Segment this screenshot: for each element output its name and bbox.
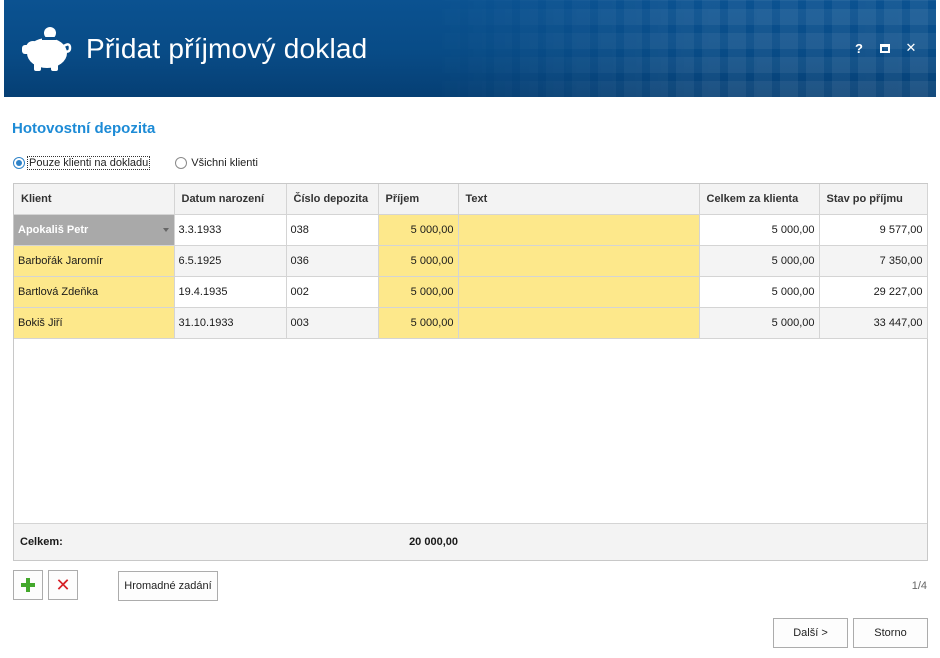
income-cell[interactable]: 5 000,00 — [378, 245, 459, 277]
table-footer: Celkem: 20 000,00 — [14, 523, 927, 560]
deposits-table: Klient Datum narození Číslo depozita Pří… — [14, 184, 928, 339]
window-controls: ? ✕ — [852, 40, 918, 56]
balance-after-cell: 29 227,00 — [819, 276, 928, 308]
client-cell[interactable]: Bokiš Jiří — [14, 307, 175, 339]
column-header-text[interactable]: Text — [458, 184, 700, 215]
dropdown-arrow-icon[interactable] — [162, 227, 169, 232]
deposit-number-cell: 038 — [286, 214, 379, 246]
text-cell[interactable] — [458, 214, 700, 246]
text-cell[interactable] — [458, 307, 700, 339]
client-total-cell: 5 000,00 — [699, 214, 820, 246]
client-name: Apokališ Petr — [18, 223, 89, 236]
income-cell[interactable]: 5 000,00 — [378, 214, 459, 246]
maximize-button[interactable] — [878, 40, 892, 56]
income-cell[interactable]: 5 000,00 — [378, 307, 459, 339]
column-header-client[interactable]: Klient — [14, 184, 175, 215]
client-total-cell: 5 000,00 — [699, 307, 820, 339]
deposits-grid: Klient Datum narození Číslo depozita Pří… — [13, 183, 928, 561]
close-button[interactable]: ✕ — [904, 40, 918, 56]
section-title: Hotovostní depozita — [12, 120, 156, 137]
balance-after-cell: 33 447,00 — [819, 307, 928, 339]
maximize-icon — [880, 43, 890, 53]
radio-label: Pouze klienti na dokladu — [26, 156, 151, 170]
next-button[interactable]: Další > — [773, 618, 848, 648]
birth-date-cell: 19.4.1935 — [174, 276, 287, 308]
total-label: Celkem: — [20, 536, 63, 548]
piggy-bank-icon — [22, 27, 72, 71]
add-row-button[interactable] — [13, 570, 43, 600]
table-row[interactable]: Bartlová Zdeňka 19.4.1935 002 5 000,00 5… — [14, 276, 928, 308]
birth-date-cell: 6.5.1925 — [174, 245, 287, 277]
column-header-balance-after[interactable]: Stav po příjmu — [819, 184, 928, 215]
balance-after-cell: 7 350,00 — [819, 245, 928, 277]
radio-all-clients[interactable]: Všichni klienti — [175, 157, 259, 169]
delete-row-button[interactable]: ✕ — [48, 570, 78, 600]
balance-after-cell: 9 577,00 — [819, 214, 928, 246]
deposit-number-cell: 003 — [286, 307, 379, 339]
client-cell[interactable]: Bartlová Zdeňka — [14, 276, 175, 308]
birth-date-cell: 3.3.1933 — [174, 214, 287, 246]
table-row[interactable]: Bokiš Jiří 31.10.1933 003 5 000,00 5 000… — [14, 307, 928, 339]
radio-label: Všichni klienti — [191, 157, 258, 169]
total-value: 20 000,00 — [409, 536, 458, 548]
radio-indicator-checked[interactable] — [13, 157, 25, 169]
text-cell[interactable] — [458, 245, 700, 277]
client-cell-dropdown[interactable]: Apokališ Petr — [14, 214, 175, 246]
help-button[interactable]: ? — [852, 40, 866, 56]
column-header-deposit-number[interactable]: Číslo depozita — [286, 184, 379, 215]
table-row[interactable]: Barbořák Jaromír 6.5.1925 036 5 000,00 5… — [14, 245, 928, 277]
text-cell[interactable] — [458, 276, 700, 308]
radio-clients-on-document[interactable]: Pouze klienti na dokladu — [13, 156, 151, 170]
cancel-button[interactable]: Storno — [853, 618, 928, 648]
table-header-row: Klient Datum narození Číslo depozita Pří… — [14, 184, 928, 215]
birth-date-cell: 31.10.1933 — [174, 307, 287, 339]
column-header-income[interactable]: Příjem — [378, 184, 459, 215]
plus-icon — [21, 578, 35, 592]
bulk-entry-button[interactable]: Hromadné zadání — [118, 571, 218, 601]
window-header: Přidat příjmový doklad ? ✕ — [4, 0, 936, 97]
client-total-cell: 5 000,00 — [699, 245, 820, 277]
client-filter: Pouze klienti na dokladu Všichni klienti — [13, 156, 259, 170]
column-header-client-total[interactable]: Celkem za klienta — [699, 184, 820, 215]
window-title: Přidat příjmový doklad — [86, 33, 368, 64]
radio-indicator[interactable] — [175, 157, 188, 169]
income-cell[interactable]: 5 000,00 — [378, 276, 459, 308]
page-indicator: 1/4 — [911, 580, 927, 592]
client-cell[interactable]: Barbořák Jaromír — [14, 245, 175, 277]
deposit-number-cell: 002 — [286, 276, 379, 308]
client-total-cell: 5 000,00 — [699, 276, 820, 308]
x-icon: ✕ — [55, 575, 71, 595]
deposit-number-cell: 036 — [286, 245, 379, 277]
table-row[interactable]: Apokališ Petr 3.3.1933 038 5 000,00 5 00… — [14, 214, 928, 246]
column-header-birth-date[interactable]: Datum narození — [174, 184, 287, 215]
